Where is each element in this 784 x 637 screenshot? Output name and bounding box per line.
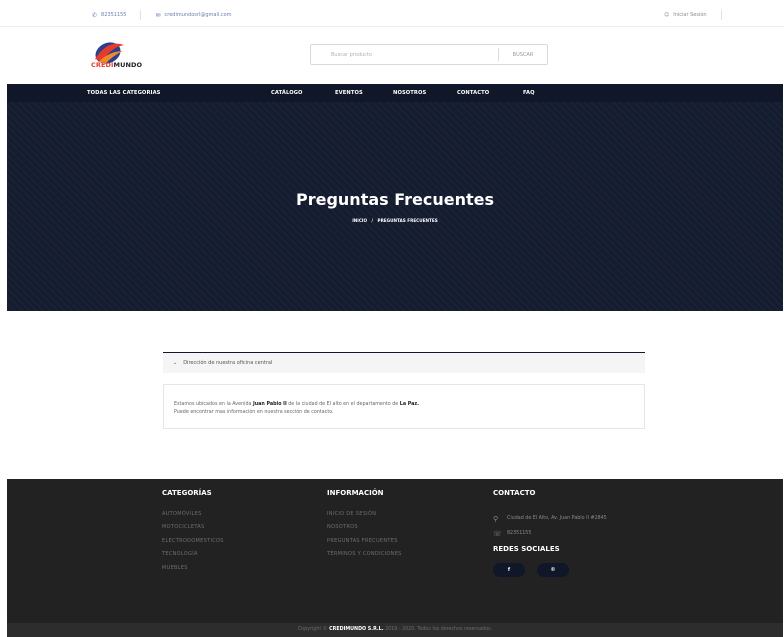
nav-item-catalogo[interactable]: CATÁLOGO (271, 90, 303, 96)
logo-wordmark[interactable]: CREDIMUNDO (91, 61, 142, 69)
address-text: Ciudad de El Alto, Av. Juan Pablo II #28… (507, 516, 607, 521)
faq-answer-line-1: Estamos ubicados en la Avenida Juan Pabl… (174, 401, 644, 409)
main-nav: TODAS LAS CATEGORIAS CATÁLOGO EVENTOS NO… (7, 84, 783, 102)
copyright-text: 2019 - 2020. Todos los derechos reservad… (383, 627, 493, 632)
divider (720, 10, 722, 20)
hero-banner: Preguntas Frecuentes INICIO / PREGUNTAS … (7, 102, 783, 311)
chevron-down-icon: ⌄ (173, 360, 178, 366)
footer-info: INFORMACIÓN INICIO DE SESIÓN NOSOTROS PR… (327, 489, 402, 565)
login-label[interactable]: Iniciar Sesión (673, 12, 706, 18)
divider (140, 10, 142, 20)
footer-link[interactable]: INICIO DE SESIÓN (327, 511, 402, 524)
search-button[interactable]: BUSCAR (499, 52, 547, 58)
top-contact: ✆ 82351155 ✉ credimundosrl@gmail.com (92, 10, 232, 20)
contact-phone: ☏ 82351155 (493, 526, 607, 541)
login-link[interactable]: ☺ Iniciar Sesión (664, 10, 722, 20)
footer-categories-title: CATEGORÍAS (162, 489, 212, 497)
mail-icon: ✉ (155, 11, 161, 19)
footer: CATEGORÍAS AUTOMÓVILES MOTOCICLETAS ELEC… (7, 479, 783, 623)
footer-contact-title: CONTACTO (493, 489, 536, 497)
nav-item-faq[interactable]: FAQ (523, 90, 535, 96)
answer-bold-street: Juan Pablo II (252, 402, 287, 407)
phone-icon: ✆ (92, 11, 98, 19)
breadcrumb: INICIO / PREGUNTAS FRECUENTES (7, 218, 783, 223)
top-phone[interactable]: 82351155 (101, 12, 126, 18)
faq-answer: Estamos ubicados en la Avenida Juan Pabl… (163, 384, 645, 429)
breadcrumb-current: PREGUNTAS FRECUENTES (377, 218, 438, 223)
breadcrumb-home[interactable]: INICIO (352, 218, 367, 223)
footer-info-title: INFORMACIÓN (327, 489, 384, 497)
logo-text-credi: CREDI (91, 61, 114, 69)
footer-link[interactable]: PREGUNTAS FRECUENTES (327, 538, 402, 551)
copyright-brand: CREDIMUNDO S.R.L. (329, 627, 384, 632)
search-box: Buscar producto BUSCAR (310, 44, 548, 65)
top-bar: ✆ 82351155 ✉ credimundosrl@gmail.com ☺ I… (0, 0, 784, 26)
whatsapp-icon[interactable]: © (537, 563, 569, 577)
contact-address: ⚲ Ciudad de El Alto, Av. Juan Pablo II #… (493, 511, 607, 526)
answer-text: Estamos ubicados en la Avenida (174, 402, 253, 407)
copyright-text: Copyright © (297, 627, 330, 632)
facebook-icon[interactable]: f (493, 563, 525, 577)
footer-link[interactable]: AUTOMÓVILES (162, 511, 224, 524)
answer-bold-city: La Paz. (399, 402, 419, 407)
faq-answer-line-2: Puede encontrar mas información en nuest… (174, 410, 334, 415)
headset-icon: ☏ (493, 529, 502, 538)
nav-item-contacto[interactable]: CONTACTO (457, 90, 489, 96)
faq-question[interactable]: ⌄ Dirección de nuestra oficina central (163, 352, 645, 373)
footer-link[interactable]: MUEBLES (162, 565, 224, 578)
footer-link[interactable]: MOTOCICLETAS (162, 524, 224, 537)
footer-categories: CATEGORÍAS AUTOMÓVILES MOTOCICLETAS ELEC… (162, 489, 224, 578)
phone-text[interactable]: 82351155 (507, 531, 531, 536)
social-title: REDES SOCIALES (493, 545, 560, 553)
footer-link[interactable]: ELECTRODOMESTICOS (162, 538, 224, 551)
footer-link[interactable]: TÉRMINOS Y CONDICIONES (327, 551, 402, 564)
copyright-bar: Copyright © CREDIMUNDO S.R.L. 2019 - 202… (7, 623, 783, 637)
footer-link[interactable]: NOSOTROS (327, 524, 402, 537)
faq-question-label: Dirección de nuestra oficina central (183, 360, 273, 366)
footer-link[interactable]: TECNOLOGÍA (162, 551, 224, 564)
nav-item-categorias[interactable]: TODAS LAS CATEGORIAS (87, 90, 161, 96)
location-pin-icon: ⚲ (493, 514, 499, 523)
search-input[interactable]: Buscar producto (311, 52, 498, 58)
footer-contact: CONTACTO ⚲ Ciudad de El Alto, Av. Juan P… (493, 489, 607, 577)
social-links: f © (493, 563, 607, 577)
user-icon: ☺ (664, 12, 670, 18)
answer-text: de la ciudad de El alto en el departamen… (286, 402, 400, 407)
logo-text-mundo: MUNDO (113, 61, 143, 69)
nav-item-nosotros[interactable]: NOSOTROS (393, 90, 426, 96)
page-title: Preguntas Frecuentes (295, 190, 495, 209)
breadcrumb-separator: / (371, 218, 374, 223)
top-email[interactable]: credimundosrl@gmail.com (165, 12, 232, 18)
header: CREDIMUNDO Buscar producto BUSCAR (0, 26, 784, 84)
nav-item-eventos[interactable]: EVENTOS (335, 90, 363, 96)
